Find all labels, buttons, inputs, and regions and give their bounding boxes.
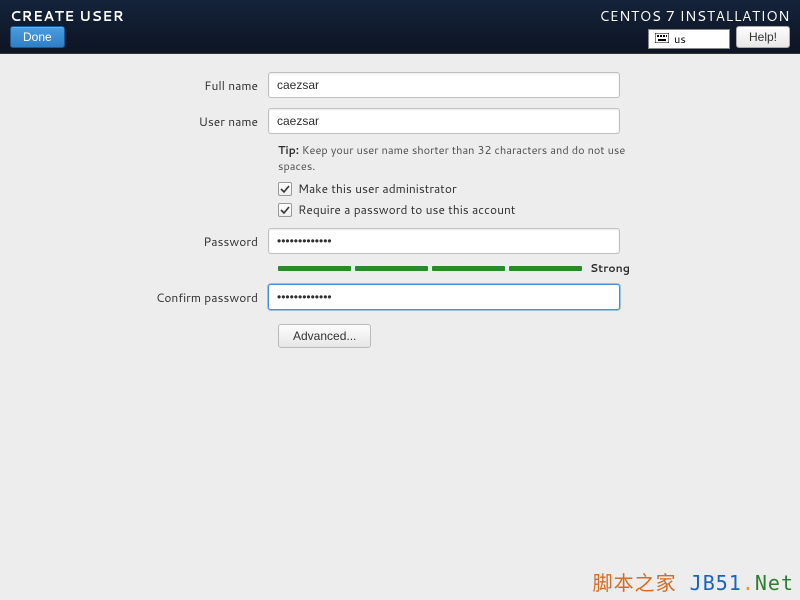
password-strength-meter: Strong bbox=[278, 260, 630, 276]
strength-label: Strong bbox=[590, 260, 630, 276]
confirm-password-label: Confirm password bbox=[0, 289, 268, 306]
tip-text: Keep your user name shorter than 32 char… bbox=[278, 142, 625, 174]
full-name-label: Full name bbox=[0, 77, 268, 94]
advanced-button[interactable]: Advanced... bbox=[278, 324, 371, 348]
top-header: CREATE USER CENTOS 7 INSTALLATION Done u… bbox=[0, 0, 800, 54]
tip-prefix: Tip: bbox=[278, 142, 299, 158]
watermark: 脚本之家 JB51.Net bbox=[593, 567, 794, 596]
keyboard-icon bbox=[655, 31, 674, 47]
installer-title: CENTOS 7 INSTALLATION bbox=[599, 6, 790, 26]
watermark-dot: . bbox=[742, 571, 755, 595]
keyboard-layout-value: us bbox=[674, 31, 686, 47]
full-name-input[interactable] bbox=[268, 72, 620, 98]
make-admin-label: Make this user administrator bbox=[298, 180, 457, 197]
create-user-form: Full name User name Tip: Keep your user … bbox=[0, 54, 800, 348]
done-button[interactable]: Done bbox=[10, 26, 65, 48]
strength-bar bbox=[278, 266, 351, 271]
watermark-en2: Net bbox=[755, 571, 794, 595]
password-label: Password bbox=[0, 233, 268, 250]
make-admin-checkbox[interactable]: Make this user administrator bbox=[278, 180, 800, 197]
help-button[interactable]: Help! bbox=[736, 26, 790, 48]
keyboard-layout-selector[interactable]: us bbox=[648, 29, 730, 49]
strength-bar bbox=[509, 266, 582, 271]
require-password-label: Require a password to use this account bbox=[298, 201, 515, 218]
strength-bar bbox=[355, 266, 428, 271]
password-input[interactable] bbox=[268, 228, 620, 254]
strength-bar bbox=[432, 266, 505, 271]
checkbox-icon bbox=[278, 182, 292, 196]
watermark-en1: JB51 bbox=[690, 571, 742, 595]
strength-bars bbox=[278, 266, 582, 271]
page-title: CREATE USER bbox=[10, 6, 124, 26]
watermark-cn: 脚本之家 bbox=[593, 571, 677, 595]
user-name-label: User name bbox=[0, 113, 268, 130]
checkbox-icon bbox=[278, 203, 292, 217]
user-name-input[interactable] bbox=[268, 108, 620, 134]
username-tip: Tip: Keep your user name shorter than 32… bbox=[278, 142, 638, 174]
confirm-password-input[interactable] bbox=[268, 284, 620, 310]
require-password-checkbox[interactable]: Require a password to use this account bbox=[278, 201, 800, 218]
